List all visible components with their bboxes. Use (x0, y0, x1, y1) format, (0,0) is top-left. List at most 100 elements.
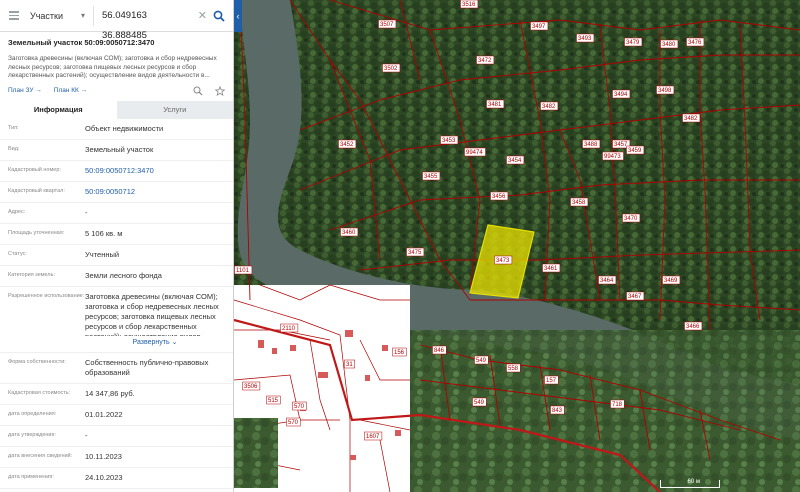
row-date-determined: дата определения: 01.01.2022 (0, 405, 233, 426)
menu-button[interactable] (6, 8, 22, 24)
parcel-number-label[interactable]: 846 (434, 348, 445, 354)
menu-line-icon (9, 14, 19, 17)
parcel-number-label[interactable]: 1101 (236, 268, 250, 274)
prop-key: Вид: (8, 145, 20, 152)
info-panel: Участки ▾ 56.049163 36.888485 ✕ Земельны… (0, 0, 234, 492)
parcel-number-label[interactable]: 3464 (600, 278, 614, 284)
row-cad-number: Кадастровый номер: 50:09:0050712:3470 (0, 161, 233, 182)
search-bar: Участки ▾ 56.049163 36.888485 ✕ (0, 0, 233, 41)
row-date-applied: дата применения: 24.10.2023 (0, 468, 233, 489)
parcel-number-label[interactable]: 3472 (478, 58, 492, 64)
parcel-number-label[interactable]: 3506 (244, 384, 258, 390)
parcel-number-label[interactable]: 3454 (508, 158, 522, 164)
measure-icon[interactable] (193, 86, 203, 96)
cad-number-link[interactable]: 50:09:0050712:3470 (85, 166, 225, 176)
prop-key: Кадастровый квартал: (8, 187, 65, 194)
parcel-number-label[interactable]: 3480 (662, 42, 676, 48)
plan-kk-link[interactable]: План КК → (54, 87, 87, 94)
prop-value: Объект недвижимости (85, 123, 164, 133)
row-cad-value: Кадастровая стоимость: 14 347,86 руб. (0, 384, 233, 405)
prop-value: Заготовка древесины (включая СОМ); загот… (85, 291, 219, 336)
parcel-number-label[interactable]: 718 (612, 402, 623, 408)
prop-value: - (85, 207, 88, 217)
parcel-number-label[interactable]: 3493 (578, 36, 592, 42)
parcel-number-label[interactable]: 3482 (684, 116, 698, 122)
parcel-number-label[interactable]: 156 (394, 350, 405, 356)
parcel-number-label[interactable]: 99473 (604, 154, 621, 160)
parcel-number-label[interactable]: 3498 (658, 88, 672, 94)
row-area: Площадь уточненная: 5 106 кв. м (0, 224, 233, 245)
parcel-number-label[interactable]: 3460 (342, 230, 356, 236)
parcel-number-label[interactable]: 549 (474, 400, 485, 406)
search-mode-value: Участки (30, 10, 63, 21)
prop-key: дата применения: (8, 473, 54, 480)
parcel-number-label[interactable]: 3466 (686, 324, 700, 330)
parcel-number-label[interactable]: 3469 (664, 278, 678, 284)
parcel-number-label[interactable]: 3502 (384, 66, 398, 72)
parcel-number-label[interactable]: 3457 (614, 142, 628, 148)
parcel-number-label[interactable]: 3482 (542, 104, 556, 110)
prop-key: Кадастровый номер: (8, 166, 61, 173)
prop-value: Собственность публично-правовых образова… (85, 357, 209, 377)
parcel-number-label[interactable]: 3488 (584, 142, 598, 148)
parcel-number-label[interactable]: 515 (268, 398, 279, 404)
menu-line-icon (9, 11, 19, 13)
parcel-number-label[interactable]: 1607 (366, 434, 380, 440)
parcel-number-label[interactable]: 570 (288, 420, 299, 426)
search-mode-select[interactable]: Участки ▾ (26, 11, 89, 21)
parcel-number-label[interactable]: 3467 (628, 294, 642, 300)
prop-value: 24.10.2023 (85, 472, 123, 482)
parcel-number-label[interactable]: 3481 (488, 102, 502, 108)
parcel-number-label[interactable]: 3479 (626, 40, 640, 46)
app-root: 3470 3516 3507 3497 3493 3479 3480 3476 3502 347… (0, 0, 800, 492)
parcel-number-label[interactable]: 3461 (544, 266, 558, 272)
chevron-down-icon: ▾ (81, 11, 86, 20)
parcel-number-label[interactable]: 3452 (340, 142, 354, 148)
parcel-number-label[interactable]: 3459 (628, 148, 642, 154)
parcel-number-label[interactable]: 3470 (624, 216, 638, 222)
parcel-number-label[interactable]: 3497 (532, 24, 546, 30)
parcel-number-label[interactable]: 3476 (688, 40, 702, 46)
parcel-number-label[interactable]: 3458 (572, 200, 586, 206)
tab-bar: Информация Услуги (0, 100, 233, 119)
parcel-number-label[interactable]: 3473 (496, 258, 510, 264)
row-type: Тип: Объект недвижимости (0, 119, 233, 140)
parcel-number-label[interactable]: 3507 (380, 22, 394, 28)
parcel-number-label[interactable]: 549 (476, 358, 487, 364)
star-icon[interactable] (215, 85, 225, 96)
parcel-description: Заготовка древесины (включая СОМ); загот… (8, 55, 217, 79)
prop-key: дата утверждения: (8, 431, 57, 438)
parcel-number-label[interactable]: 3475 (408, 250, 422, 256)
cad-quarter-link[interactable]: 50:09:0050712 (85, 187, 225, 197)
tab-info[interactable]: Информация (0, 100, 117, 119)
parcel-number-label[interactable]: 3516 (462, 2, 476, 8)
search-button[interactable] (211, 8, 227, 24)
parcel-number-label[interactable]: 99474 (466, 150, 483, 156)
parcel-number-label[interactable]: 3453 (442, 138, 456, 144)
expand-button[interactable]: Развернуть ⌄ (85, 336, 225, 348)
parcel-number-label[interactable]: 3456 (492, 194, 506, 200)
row-usage: Разрешенное использование: Заготовка дре… (0, 287, 233, 353)
parcel-number-label[interactable]: 31 (346, 362, 353, 368)
search-icon (213, 10, 225, 22)
collapse-panel-button[interactable]: ‹ (234, 0, 242, 32)
prop-key: Кадастровая стоимость: (8, 389, 71, 396)
prop-key: дата определения: (8, 410, 57, 417)
clear-search-button[interactable]: ✕ (198, 9, 207, 22)
tab-services[interactable]: Услуги (116, 100, 233, 119)
scale-label: 60 м (687, 479, 700, 485)
prop-key: Площадь уточненная: (8, 229, 65, 236)
row-address: Адрес: - (0, 203, 233, 224)
parcel-number-label[interactable]: 3494 (614, 92, 628, 98)
usage-block: Заготовка древесины (включая СОМ); загот… (85, 292, 225, 348)
parcel-number-label[interactable]: 3455 (424, 174, 438, 180)
plan-zu-link[interactable]: План ЗУ → (8, 87, 42, 94)
parcel-number-label[interactable]: 843 (552, 408, 563, 414)
parcel-number-label[interactable]: 2110 (282, 326, 296, 332)
parcel-number-label[interactable]: 558 (508, 366, 519, 372)
parcel-number-label[interactable]: 157 (546, 378, 557, 384)
row-category: Категория земель: Земли лесного фонда (0, 266, 233, 287)
parcel-number-label[interactable]: 570 (294, 404, 305, 410)
search-input[interactable]: 56.049163 36.888485 (93, 5, 194, 41)
prop-key: Адрес: (8, 208, 26, 215)
